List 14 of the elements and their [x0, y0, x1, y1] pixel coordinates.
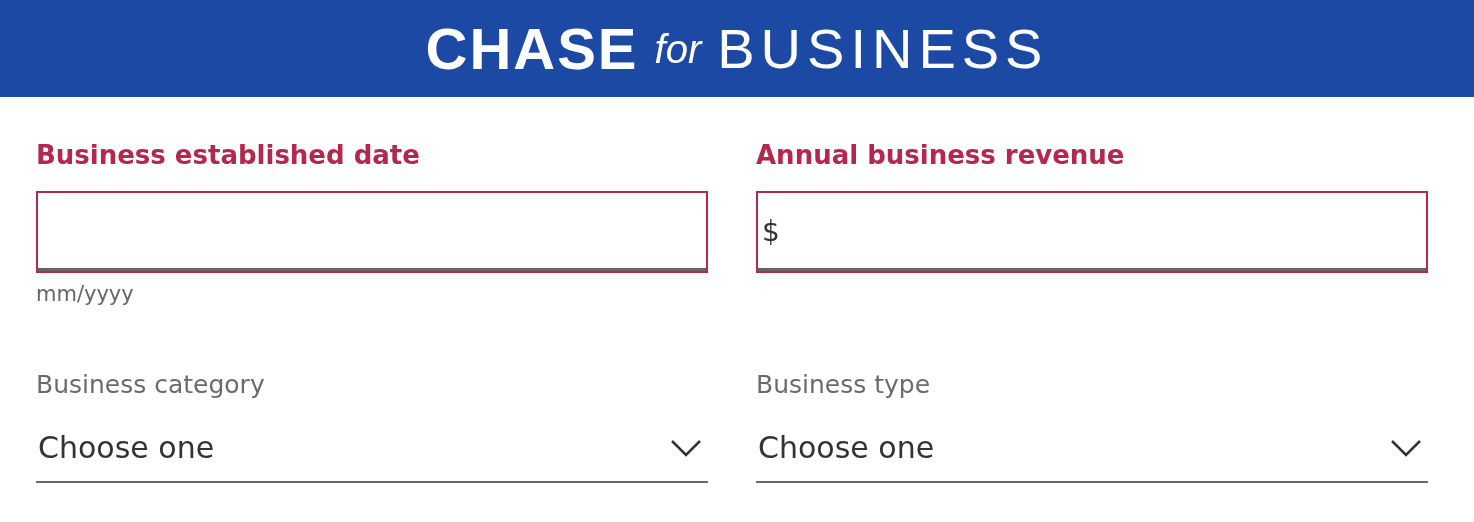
- dropdown[interactable]: Choose one: [36, 429, 708, 483]
- dropdown[interactable]: Choose one: [756, 429, 1428, 483]
- chevron-down-icon: [670, 439, 702, 457]
- logo-brand: CHASE: [425, 19, 639, 78]
- field-label: Business category: [36, 369, 266, 401]
- logo-product: BUSINESS: [717, 20, 1049, 77]
- chevron-down-icon: [1390, 439, 1422, 457]
- field-label: Business type: [756, 369, 932, 401]
- input-field[interactable]: $: [756, 191, 1428, 273]
- field-label: Business established date: [36, 139, 421, 171]
- input-field[interactable]: [36, 191, 708, 273]
- logo-connector: for: [654, 28, 702, 69]
- field-label: Annual business revenue: [756, 139, 1126, 171]
- helper-text: mm/yyyy: [36, 281, 135, 307]
